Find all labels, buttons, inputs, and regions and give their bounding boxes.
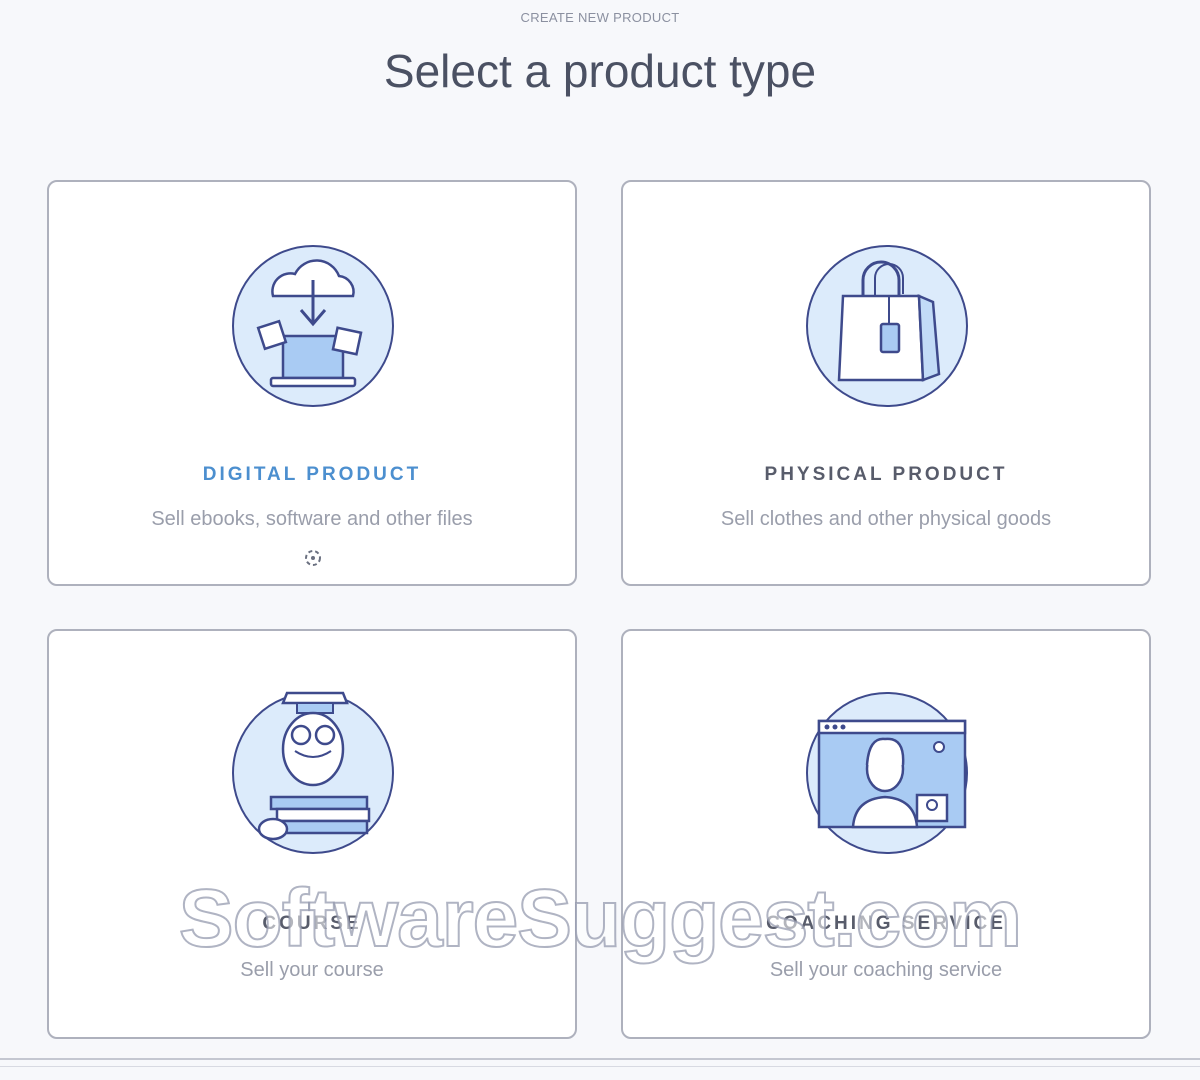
card-title: PHYSICAL PRODUCT (764, 464, 1008, 485)
card-title: COACHING SERVICE (766, 913, 1006, 934)
loading-cursor-icon (305, 550, 321, 566)
bottom-divider (0, 1066, 1200, 1067)
card-description: Sell clothes and other physical goods (720, 508, 1052, 530)
physical-product-card[interactable]: PHYSICAL PRODUCT Sell clothes and other … (621, 180, 1151, 586)
owl-books-icon (232, 691, 394, 854)
digital-product-card[interactable]: DIGITAL PRODUCT Sell ebooks, software an… (47, 180, 577, 586)
coaching-service-card[interactable]: COACHING SERVICE Sell your coaching serv… (621, 629, 1151, 1039)
card-title: DIGITAL PRODUCT (202, 464, 422, 485)
card-description: Sell ebooks, software and other files (151, 508, 473, 530)
shopping-bag-icon (806, 245, 968, 407)
course-card[interactable]: COURSE Sell your course (47, 629, 577, 1039)
bottom-divider (0, 1058, 1200, 1060)
eyebrow-label: CREATE NEW PRODUCT (520, 10, 680, 25)
page-title: Select a product type (383, 45, 817, 97)
card-title: COURSE (262, 913, 362, 934)
card-description: Sell your course (240, 959, 384, 981)
card-description: Sell your coaching service (769, 959, 1003, 981)
cloud-download-laptop-icon (232, 245, 394, 407)
video-call-icon (806, 692, 968, 854)
